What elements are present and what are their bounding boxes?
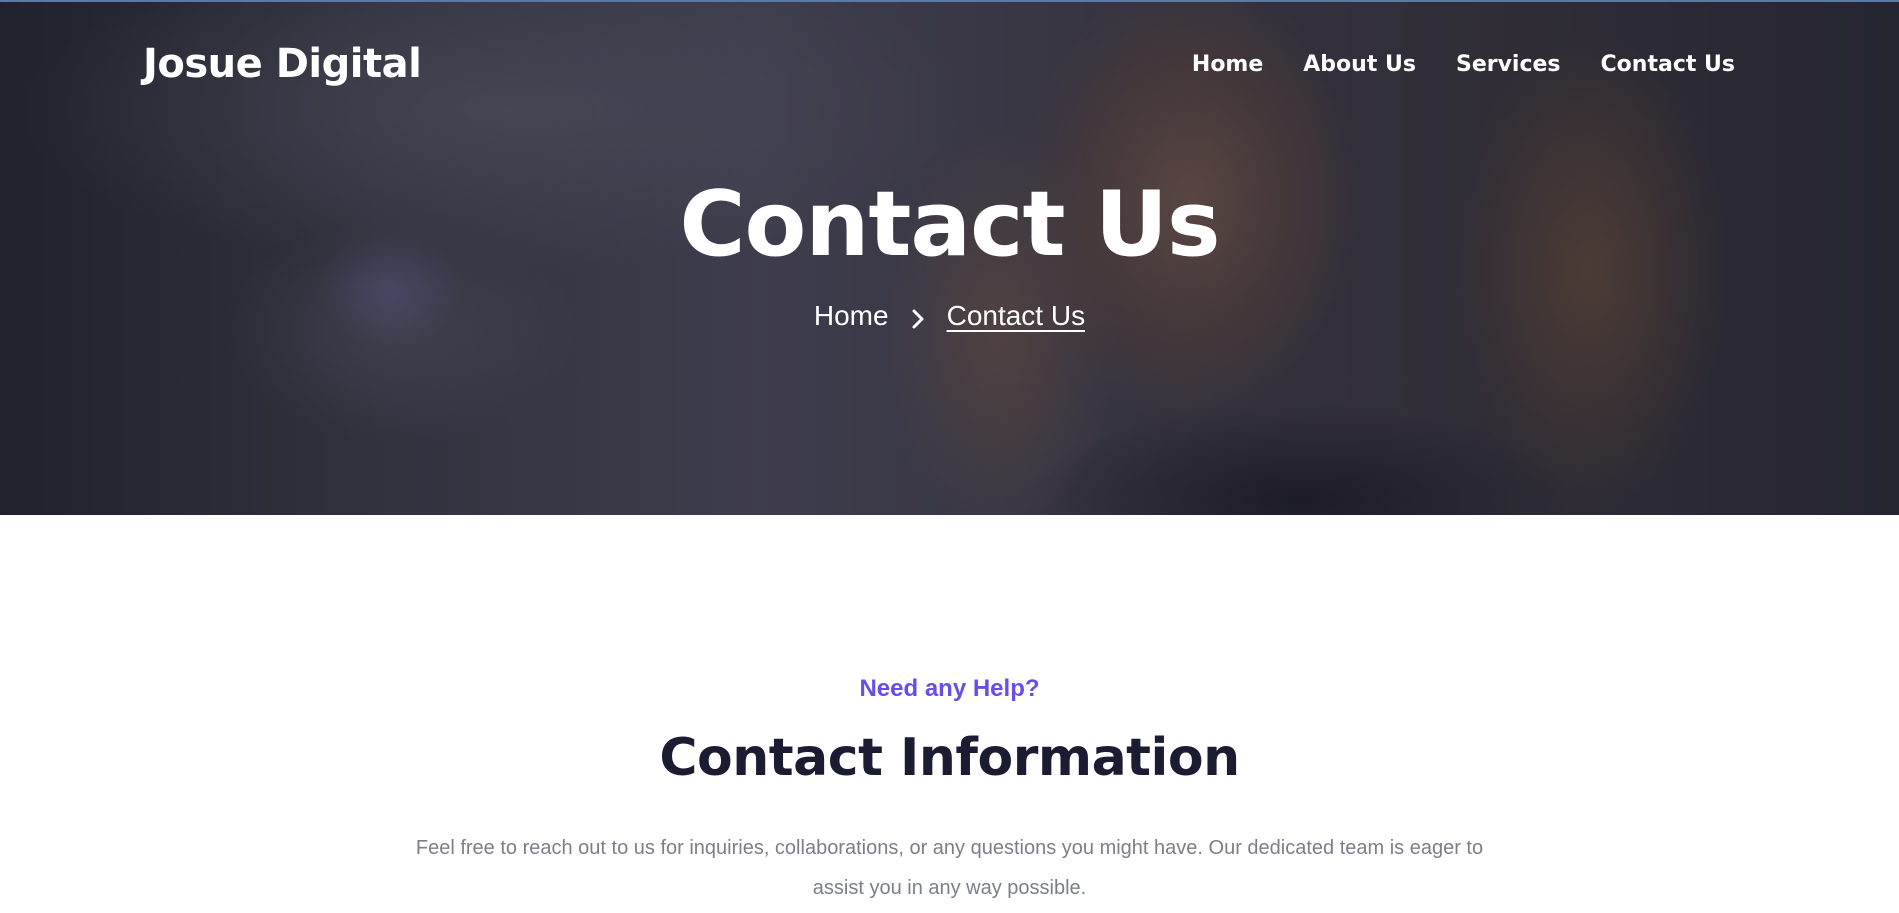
hero-banner: Josue Digital Home About Us Services Con… bbox=[0, 0, 1899, 515]
section-eyebrow: Need any Help? bbox=[859, 675, 1040, 702]
section-description: Feel free to reach out to us for inquiri… bbox=[415, 837, 1484, 899]
nav-menu: Home About Us Services Contact Us bbox=[1192, 52, 1735, 77]
breadcrumb: Home Contact Us bbox=[0, 300, 1899, 332]
breadcrumb-home-link[interactable]: Home bbox=[814, 300, 889, 332]
section-title: Contact Information bbox=[659, 728, 1240, 788]
chevron-right-icon bbox=[907, 305, 929, 329]
page-title: Contact Us bbox=[679, 172, 1220, 277]
nav-item-home[interactable]: Home bbox=[1192, 52, 1263, 77]
main-navbar: Josue Digital Home About Us Services Con… bbox=[0, 0, 1899, 135]
nav-item-about-us[interactable]: About Us bbox=[1303, 52, 1416, 77]
breadcrumb-current[interactable]: Contact Us bbox=[947, 300, 1086, 332]
nav-item-services[interactable]: Services bbox=[1456, 52, 1561, 77]
nav-item-contact-us[interactable]: Contact Us bbox=[1601, 52, 1735, 77]
contact-information-section: Need any Help? Contact Information Feel … bbox=[0, 515, 1899, 913]
brand-logo[interactable]: Josue Digital bbox=[143, 41, 422, 87]
